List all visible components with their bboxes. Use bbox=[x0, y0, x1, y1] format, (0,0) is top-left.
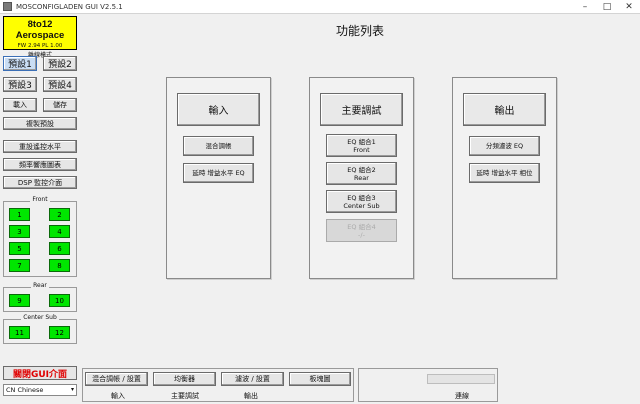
eq-combo-2-button[interactable]: EQ 組合2 Rear bbox=[326, 162, 397, 185]
channel-6-button[interactable]: 6 bbox=[49, 242, 70, 255]
output-column: 輸出 分頻濾波 EQ 延時 增益水平 相位 bbox=[452, 77, 557, 279]
eq-combo-4-button: EQ 組合4 -/- bbox=[326, 219, 397, 242]
bottom-label-input: 輸入 bbox=[111, 392, 125, 400]
channel-11-button[interactable]: 11 bbox=[9, 326, 30, 339]
eq-combo-3-button[interactable]: EQ 組合3 Center Sub bbox=[326, 190, 397, 213]
channel-12-button[interactable]: 12 bbox=[49, 326, 70, 339]
copy-preset-button[interactable]: 複製預設 bbox=[3, 117, 77, 130]
brand-box: 8to12 Aerospace FW 2.94 PL 1.00 離線模式 bbox=[3, 16, 77, 59]
channel-4-button[interactable]: 4 bbox=[49, 225, 70, 238]
import-button[interactable]: 載入 bbox=[3, 98, 37, 112]
channel-3-button[interactable]: 3 bbox=[9, 225, 30, 238]
bottom-label-main-tuning: 主要調試 bbox=[171, 392, 199, 400]
title-bar: MOSCONFIGLADEN GUI V2.5.1 – □ ✕ bbox=[0, 0, 640, 14]
preset-1-button[interactable]: 預設1 bbox=[3, 56, 37, 71]
close-window-button[interactable]: ✕ bbox=[618, 0, 640, 14]
chevron-down-icon: ▾ bbox=[70, 386, 74, 393]
rear-channel-group: Rear 9 10 bbox=[3, 282, 77, 312]
frequency-response-button[interactable]: 頻率響應圖表 bbox=[3, 158, 77, 171]
block-diagram-button[interactable]: 板塊圖 bbox=[289, 372, 351, 386]
front-channel-group: Front 1 2 3 4 5 6 7 8 bbox=[3, 196, 77, 277]
app-icon bbox=[3, 2, 12, 11]
connection-status-label: 連線 bbox=[455, 392, 469, 400]
eq-combo-1-button[interactable]: EQ 組合1 Front bbox=[326, 134, 397, 157]
minimize-button[interactable]: – bbox=[574, 0, 596, 14]
left-panel: 8to12 Aerospace FW 2.94 PL 1.00 離線模式 預設1… bbox=[0, 14, 80, 404]
center-sub-channel-group: Center Sub 11 12 bbox=[3, 314, 77, 344]
progress-bar bbox=[427, 374, 495, 384]
language-value: CN Chinese bbox=[6, 386, 44, 394]
maximize-button[interactable]: □ bbox=[596, 0, 618, 14]
front-group-label: Front bbox=[30, 196, 50, 203]
channel-7-button[interactable]: 7 bbox=[9, 259, 30, 272]
crossover-eq-button[interactable]: 分頻濾波 EQ bbox=[469, 136, 540, 156]
filter-settings-button[interactable]: 濾波 / 設置 bbox=[221, 372, 284, 386]
output-header-button[interactable]: 輸出 bbox=[463, 93, 546, 126]
preset-4-button[interactable]: 預設4 bbox=[43, 77, 77, 92]
rear-group-label: Rear bbox=[31, 282, 49, 289]
save-button[interactable]: 儲存 bbox=[43, 98, 77, 112]
page-title: 功能列表 bbox=[335, 24, 384, 38]
input-column: 輸入 混合調帳 延時 增益水平 EQ bbox=[166, 77, 271, 279]
channel-2-button[interactable]: 2 bbox=[49, 208, 70, 221]
bottom-label-output: 輸出 bbox=[244, 392, 258, 400]
channel-8-button[interactable]: 8 bbox=[49, 259, 70, 272]
input-header-button[interactable]: 輸入 bbox=[177, 93, 260, 126]
language-select[interactable]: CN Chinese ▾ bbox=[3, 384, 77, 396]
main-tuning-column: 主要調試 EQ 組合1 Front EQ 組合2 Rear EQ 組合3 Cen… bbox=[309, 77, 414, 279]
close-gui-button[interactable]: 關閉GUI介面 bbox=[3, 366, 77, 380]
equalizer-button[interactable]: 均衡器 bbox=[153, 372, 216, 386]
output-delay-gain-phase-button[interactable]: 延時 增益水平 相位 bbox=[469, 163, 540, 183]
brand-name: 8to12 Aerospace bbox=[15, 19, 65, 41]
mixer-settings-button[interactable]: 混合調帳 / 設置 bbox=[85, 372, 148, 386]
channel-10-button[interactable]: 10 bbox=[49, 294, 70, 307]
mixer-button[interactable]: 混合調帳 bbox=[183, 136, 254, 156]
center-sub-group-label: Center Sub bbox=[21, 314, 59, 321]
preset-3-button[interactable]: 預設3 bbox=[3, 77, 37, 92]
reset-level-button[interactable]: 重設遙控水平 bbox=[3, 140, 77, 153]
main-tuning-header-button[interactable]: 主要調試 bbox=[320, 93, 403, 126]
firmware-version: FW 2.94 PL 1.00 bbox=[17, 43, 63, 49]
input-delay-gain-eq-button[interactable]: 延時 增益水平 EQ bbox=[183, 163, 254, 183]
window-title: MOSCONFIGLADEN GUI V2.5.1 bbox=[16, 2, 123, 11]
preset-2-button[interactable]: 預設2 bbox=[43, 56, 77, 71]
channel-5-button[interactable]: 5 bbox=[9, 242, 30, 255]
channel-1-button[interactable]: 1 bbox=[9, 208, 30, 221]
dsp-monitor-button[interactable]: DSP 監控介面 bbox=[3, 176, 77, 189]
channel-9-button[interactable]: 9 bbox=[9, 294, 30, 307]
